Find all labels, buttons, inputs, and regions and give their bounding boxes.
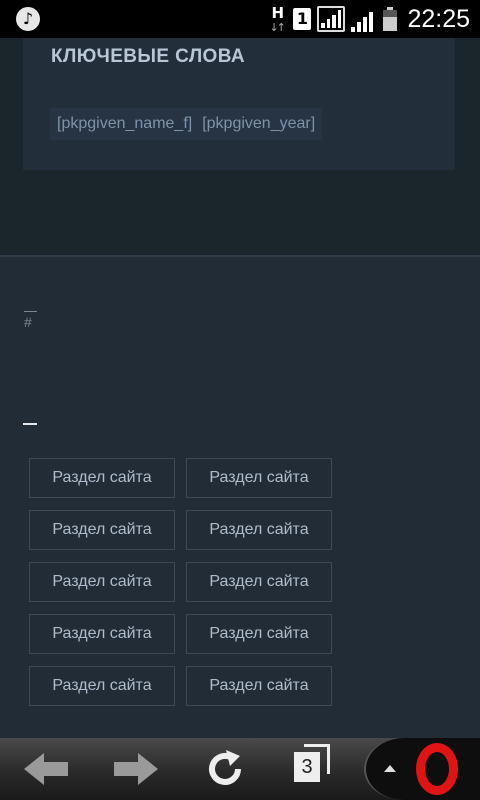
site-section-button[interactable]: Раздел сайта [186, 510, 332, 550]
signal-icon [351, 6, 377, 32]
opera-menu-button[interactable] [364, 738, 480, 800]
browser-toolbar: 3 [0, 738, 480, 800]
keyword-tags: [pkpgiven_name_f] [pkpgiven_year] [50, 108, 323, 140]
reload-icon [209, 750, 241, 785]
site-section-button[interactable]: Раздел сайта [29, 614, 175, 654]
back-button[interactable] [12, 738, 82, 800]
battery-icon [383, 7, 398, 31]
bottom-section: # Раздел сайта Раздел сайта Раздел сайта… [0, 257, 480, 738]
site-section-button[interactable]: Раздел сайта [29, 510, 175, 550]
site-section-button[interactable]: Раздел сайта [186, 562, 332, 602]
reload-button[interactable] [190, 738, 260, 800]
dash-mark [23, 423, 37, 425]
hash-link[interactable]: # [24, 311, 37, 330]
sim-icon: 1 [293, 8, 312, 30]
opera-logo-icon [416, 743, 458, 795]
top-section: КЛЮЧЕВЫЕ СЛОВА [pkpgiven_name_f] [pkpgiv… [0, 38, 480, 256]
site-section-button[interactable]: Раздел сайта [186, 666, 332, 706]
clock: 22:25 [407, 4, 470, 33]
site-section-button[interactable]: Раздел сайта [29, 562, 175, 602]
site-section-button[interactable]: Раздел сайта [186, 614, 332, 654]
status-bar: ♪ H ↓↑ 1 22:25 [0, 0, 480, 38]
menu-up-icon [384, 765, 396, 772]
site-sections-grid: Раздел сайта Раздел сайта Раздел сайта Р… [29, 458, 332, 706]
site-section-button[interactable]: Раздел сайта [29, 666, 175, 706]
tabs-button[interactable]: 3 [280, 738, 350, 800]
network-h-icon: H ↓↑ [269, 4, 286, 34]
keyword-tag[interactable]: [pkpgiven_year] [202, 115, 315, 133]
keyword-tag[interactable]: [pkpgiven_name_f] [57, 115, 192, 133]
site-section-button[interactable]: Раздел сайта [186, 458, 332, 498]
back-arrow-icon [24, 753, 68, 785]
tabs-count: 3 [294, 752, 320, 782]
forward-button[interactable] [100, 738, 170, 800]
keywords-card: КЛЮЧЕВЫЕ СЛОВА [pkpgiven_name_f] [pkpgiv… [23, 38, 455, 170]
keywords-title: КЛЮЧЕВЫЕ СЛОВА [51, 46, 246, 67]
forward-arrow-icon [114, 753, 158, 785]
music-icon: ♪ [16, 7, 40, 31]
site-section-button[interactable]: Раздел сайта [29, 458, 175, 498]
signal-icon [317, 6, 346, 32]
